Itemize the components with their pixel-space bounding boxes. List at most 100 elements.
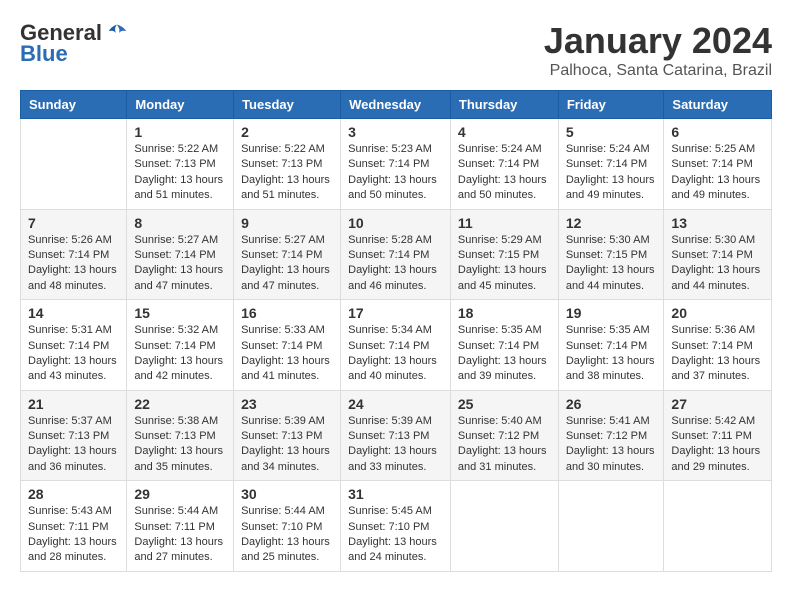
day-info: Sunrise: 5:39 AM Sunset: 7:13 PM Dayligh…	[241, 414, 333, 476]
day-info: Sunrise: 5:22 AM Sunset: 7:13 PM Dayligh…	[241, 142, 333, 204]
day-number: 31	[348, 486, 443, 502]
calendar-day-cell: 25 Sunrise: 5:40 AM Sunset: 7:12 PM Dayli…	[450, 390, 558, 481]
calendar-day-cell: 13 Sunrise: 5:30 AM Sunset: 7:14 PM Dayli…	[664, 209, 772, 300]
calendar-day-cell: 22 Sunrise: 5:38 AM Sunset: 7:13 PM Dayli…	[127, 390, 234, 481]
day-info: Sunrise: 5:27 AM Sunset: 7:14 PM Dayligh…	[241, 233, 333, 295]
day-info: Sunrise: 5:42 AM Sunset: 7:11 PM Dayligh…	[671, 414, 764, 476]
calendar-day-cell: 12 Sunrise: 5:30 AM Sunset: 7:15 PM Dayli…	[558, 209, 664, 300]
day-number: 8	[134, 215, 226, 231]
day-number: 16	[241, 305, 333, 321]
day-info: Sunrise: 5:40 AM Sunset: 7:12 PM Dayligh…	[458, 414, 551, 476]
calendar-day-header: Tuesday	[234, 91, 341, 119]
calendar-day-cell: 8 Sunrise: 5:27 AM Sunset: 7:14 PM Daylig…	[127, 209, 234, 300]
calendar-day-cell: 23 Sunrise: 5:39 AM Sunset: 7:13 PM Dayli…	[234, 390, 341, 481]
calendar-day-cell: 15 Sunrise: 5:32 AM Sunset: 7:14 PM Dayli…	[127, 300, 234, 391]
day-number: 13	[671, 215, 764, 231]
calendar-day-cell	[21, 119, 127, 210]
calendar-day-header: Thursday	[450, 91, 558, 119]
day-info: Sunrise: 5:24 AM Sunset: 7:14 PM Dayligh…	[566, 142, 657, 204]
calendar-day-cell: 27 Sunrise: 5:42 AM Sunset: 7:11 PM Dayli…	[664, 390, 772, 481]
day-info: Sunrise: 5:38 AM Sunset: 7:13 PM Dayligh…	[134, 414, 226, 476]
calendar-day-header: Saturday	[664, 91, 772, 119]
day-info: Sunrise: 5:35 AM Sunset: 7:14 PM Dayligh…	[566, 323, 657, 385]
day-info: Sunrise: 5:30 AM Sunset: 7:14 PM Dayligh…	[671, 233, 764, 295]
day-info: Sunrise: 5:34 AM Sunset: 7:14 PM Dayligh…	[348, 323, 443, 385]
day-number: 3	[348, 124, 443, 140]
calendar-week-row: 1 Sunrise: 5:22 AM Sunset: 7:13 PM Daylig…	[21, 119, 772, 210]
day-info: Sunrise: 5:36 AM Sunset: 7:14 PM Dayligh…	[671, 323, 764, 385]
day-number: 24	[348, 396, 443, 412]
calendar-day-header: Friday	[558, 91, 664, 119]
logo-bird-icon	[106, 22, 128, 44]
day-number: 26	[566, 396, 657, 412]
calendar-day-cell: 1Sunrise: 5:22 AM Sunset: 7:13 PM Daylig…	[127, 119, 234, 210]
calendar-day-cell: 6 Sunrise: 5:25 AM Sunset: 7:14 PM Daylig…	[664, 119, 772, 210]
day-info: Sunrise: 5:31 AM Sunset: 7:14 PM Dayligh…	[28, 323, 119, 385]
day-info: Sunrise: 5:23 AM Sunset: 7:14 PM Dayligh…	[348, 142, 443, 204]
calendar-day-cell: 19 Sunrise: 5:35 AM Sunset: 7:14 PM Dayli…	[558, 300, 664, 391]
calendar-day-cell: 21 Sunrise: 5:37 AM Sunset: 7:13 PM Dayli…	[21, 390, 127, 481]
day-number: 12	[566, 215, 657, 231]
page-header: General Blue January 2024 Palhoca, Santa…	[20, 20, 772, 80]
day-number: 1	[134, 124, 226, 140]
calendar-day-cell: 3 Sunrise: 5:23 AM Sunset: 7:14 PM Daylig…	[341, 119, 451, 210]
day-info: Sunrise: 5:45 AM Sunset: 7:10 PM Dayligh…	[348, 504, 443, 566]
logo-blue-text: Blue	[20, 41, 68, 67]
calendar-day-cell	[450, 481, 558, 572]
title-area: January 2024 Palhoca, Santa Catarina, Br…	[544, 20, 772, 80]
day-number: 5	[566, 124, 657, 140]
day-number: 14	[28, 305, 119, 321]
day-info: Sunrise: 5:30 AM Sunset: 7:15 PM Dayligh…	[566, 233, 657, 295]
calendar-day-cell: 5 Sunrise: 5:24 AM Sunset: 7:14 PM Daylig…	[558, 119, 664, 210]
day-number: 25	[458, 396, 551, 412]
calendar-day-cell	[558, 481, 664, 572]
calendar-day-cell: 17 Sunrise: 5:34 AM Sunset: 7:14 PM Dayli…	[341, 300, 451, 391]
calendar-day-cell: 26Sunrise: 5:41 AM Sunset: 7:12 PM Dayli…	[558, 390, 664, 481]
calendar-day-cell: 24 Sunrise: 5:39 AM Sunset: 7:13 PM Dayli…	[341, 390, 451, 481]
calendar-header-row: SundayMondayTuesdayWednesdayThursdayFrid…	[21, 91, 772, 119]
day-number: 29	[134, 486, 226, 502]
day-number: 19	[566, 305, 657, 321]
calendar-day-header: Wednesday	[341, 91, 451, 119]
day-info: Sunrise: 5:44 AM Sunset: 7:10 PM Dayligh…	[241, 504, 333, 566]
day-number: 20	[671, 305, 764, 321]
calendar-day-header: Monday	[127, 91, 234, 119]
day-number: 17	[348, 305, 443, 321]
day-number: 6	[671, 124, 764, 140]
day-info: Sunrise: 5:39 AM Sunset: 7:13 PM Dayligh…	[348, 414, 443, 476]
day-info: Sunrise: 5:26 AM Sunset: 7:14 PM Dayligh…	[28, 233, 119, 295]
day-info: Sunrise: 5:37 AM Sunset: 7:13 PM Dayligh…	[28, 414, 119, 476]
calendar-week-row: 14 Sunrise: 5:31 AM Sunset: 7:14 PM Dayli…	[21, 300, 772, 391]
day-info: Sunrise: 5:25 AM Sunset: 7:14 PM Dayligh…	[671, 142, 764, 204]
month-title: January 2024	[544, 20, 772, 62]
day-number: 23	[241, 396, 333, 412]
day-info: Sunrise: 5:27 AM Sunset: 7:14 PM Dayligh…	[134, 233, 226, 295]
day-info: Sunrise: 5:29 AM Sunset: 7:15 PM Dayligh…	[458, 233, 551, 295]
day-info: Sunrise: 5:33 AM Sunset: 7:14 PM Dayligh…	[241, 323, 333, 385]
calendar-day-cell: 14 Sunrise: 5:31 AM Sunset: 7:14 PM Dayli…	[21, 300, 127, 391]
day-info: Sunrise: 5:32 AM Sunset: 7:14 PM Dayligh…	[134, 323, 226, 385]
calendar-day-cell: 28Sunrise: 5:43 AM Sunset: 7:11 PM Dayli…	[21, 481, 127, 572]
day-info: Sunrise: 5:44 AM Sunset: 7:11 PM Dayligh…	[134, 504, 226, 566]
calendar-day-cell: 9Sunrise: 5:27 AM Sunset: 7:14 PM Daylig…	[234, 209, 341, 300]
calendar-day-cell: 20 Sunrise: 5:36 AM Sunset: 7:14 PM Dayli…	[664, 300, 772, 391]
calendar-day-cell: 11Sunrise: 5:29 AM Sunset: 7:15 PM Dayli…	[450, 209, 558, 300]
day-number: 15	[134, 305, 226, 321]
day-number: 27	[671, 396, 764, 412]
calendar-day-header: Sunday	[21, 91, 127, 119]
calendar-day-cell: 29 Sunrise: 5:44 AM Sunset: 7:11 PM Dayli…	[127, 481, 234, 572]
calendar-day-cell: 4 Sunrise: 5:24 AM Sunset: 7:14 PM Daylig…	[450, 119, 558, 210]
logo: General Blue	[20, 20, 128, 67]
calendar-day-cell: 31 Sunrise: 5:45 AM Sunset: 7:10 PM Dayli…	[341, 481, 451, 572]
day-number: 4	[458, 124, 551, 140]
day-number: 22	[134, 396, 226, 412]
calendar-day-cell: 30Sunrise: 5:44 AM Sunset: 7:10 PM Dayli…	[234, 481, 341, 572]
day-number: 2	[241, 124, 333, 140]
day-number: 21	[28, 396, 119, 412]
day-number: 10	[348, 215, 443, 231]
location-title: Palhoca, Santa Catarina, Brazil	[544, 62, 772, 80]
calendar-week-row: 28Sunrise: 5:43 AM Sunset: 7:11 PM Dayli…	[21, 481, 772, 572]
day-info: Sunrise: 5:24 AM Sunset: 7:14 PM Dayligh…	[458, 142, 551, 204]
calendar-week-row: 21 Sunrise: 5:37 AM Sunset: 7:13 PM Dayli…	[21, 390, 772, 481]
calendar-day-cell: 2 Sunrise: 5:22 AM Sunset: 7:13 PM Daylig…	[234, 119, 341, 210]
